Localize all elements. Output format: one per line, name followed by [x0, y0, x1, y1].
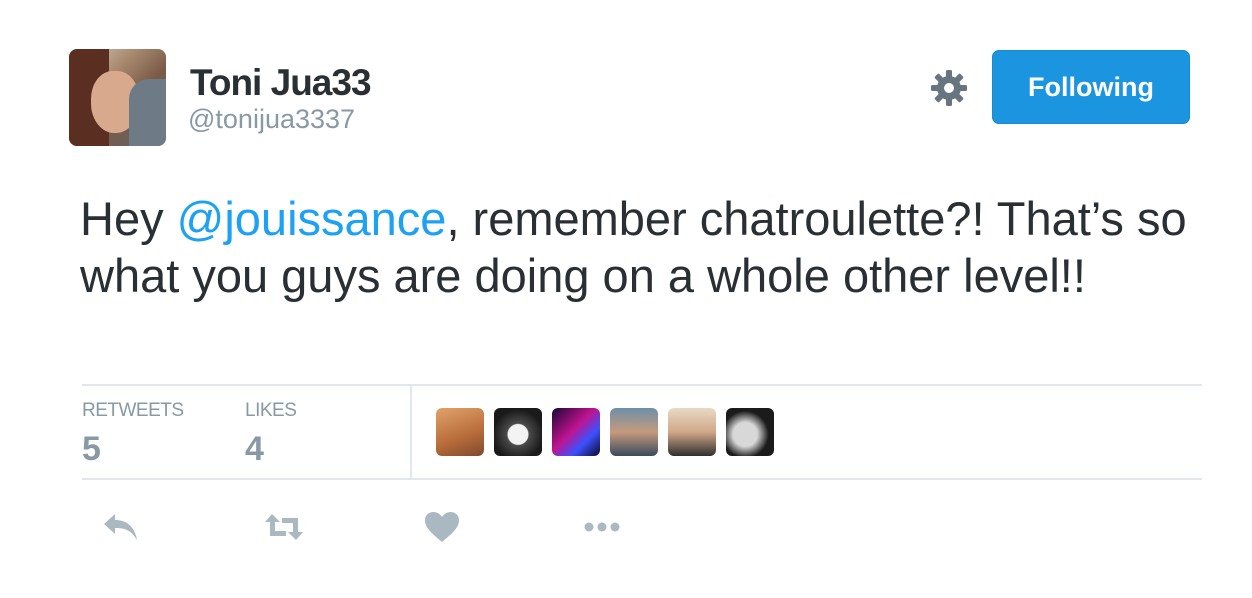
- liker-avatar-4[interactable]: [610, 408, 658, 456]
- tweet-text-start: Hey: [80, 192, 177, 245]
- author-avatar[interactable]: [69, 49, 166, 146]
- tweet-text: Hey @jouissance, remember chatroulette?!…: [80, 190, 1210, 304]
- retweet-icon-svg: [265, 514, 303, 540]
- reply-icon[interactable]: [101, 510, 141, 544]
- following-button-label: Following: [1028, 71, 1154, 102]
- retweets-stat[interactable]: RETWEETS 5: [82, 400, 184, 469]
- retweet-icon[interactable]: [264, 510, 304, 544]
- liker-avatar-5[interactable]: [668, 408, 716, 456]
- stats-divider-top: [82, 384, 1202, 386]
- author-display-name[interactable]: Toni Jua33: [190, 62, 372, 104]
- mention-link[interactable]: @jouissance: [177, 192, 447, 245]
- heart-icon-svg: [425, 512, 459, 542]
- retweets-label: RETWEETS: [82, 400, 184, 421]
- stats-divider-bottom: [82, 478, 1202, 480]
- following-button[interactable]: Following: [992, 50, 1190, 124]
- stats-divider-vertical: [410, 386, 412, 478]
- gear-icon[interactable]: [929, 68, 969, 108]
- retweets-count: 5: [82, 430, 101, 468]
- more-icon[interactable]: [582, 510, 622, 544]
- liker-avatar-6[interactable]: [726, 408, 774, 456]
- gear-icon-svg: [931, 70, 967, 106]
- reply-icon-svg: [104, 514, 137, 540]
- heart-icon[interactable]: [422, 510, 462, 544]
- likes-count: 4: [245, 430, 264, 468]
- liker-avatar-1[interactable]: [436, 408, 484, 456]
- liker-avatar-3[interactable]: [552, 408, 600, 456]
- avatar-hood: [129, 79, 166, 146]
- likes-label: LIKES: [245, 400, 297, 421]
- liker-avatar-2[interactable]: [494, 408, 542, 456]
- author-screen-name[interactable]: @tonijua3337: [188, 104, 355, 135]
- more-icon-svg: [584, 522, 620, 532]
- liker-avatars: [436, 408, 774, 456]
- tweet-card: Toni Jua33 @tonijua3337 Following Hey @j…: [0, 0, 1252, 598]
- likes-stat[interactable]: LIKES 4: [245, 400, 297, 469]
